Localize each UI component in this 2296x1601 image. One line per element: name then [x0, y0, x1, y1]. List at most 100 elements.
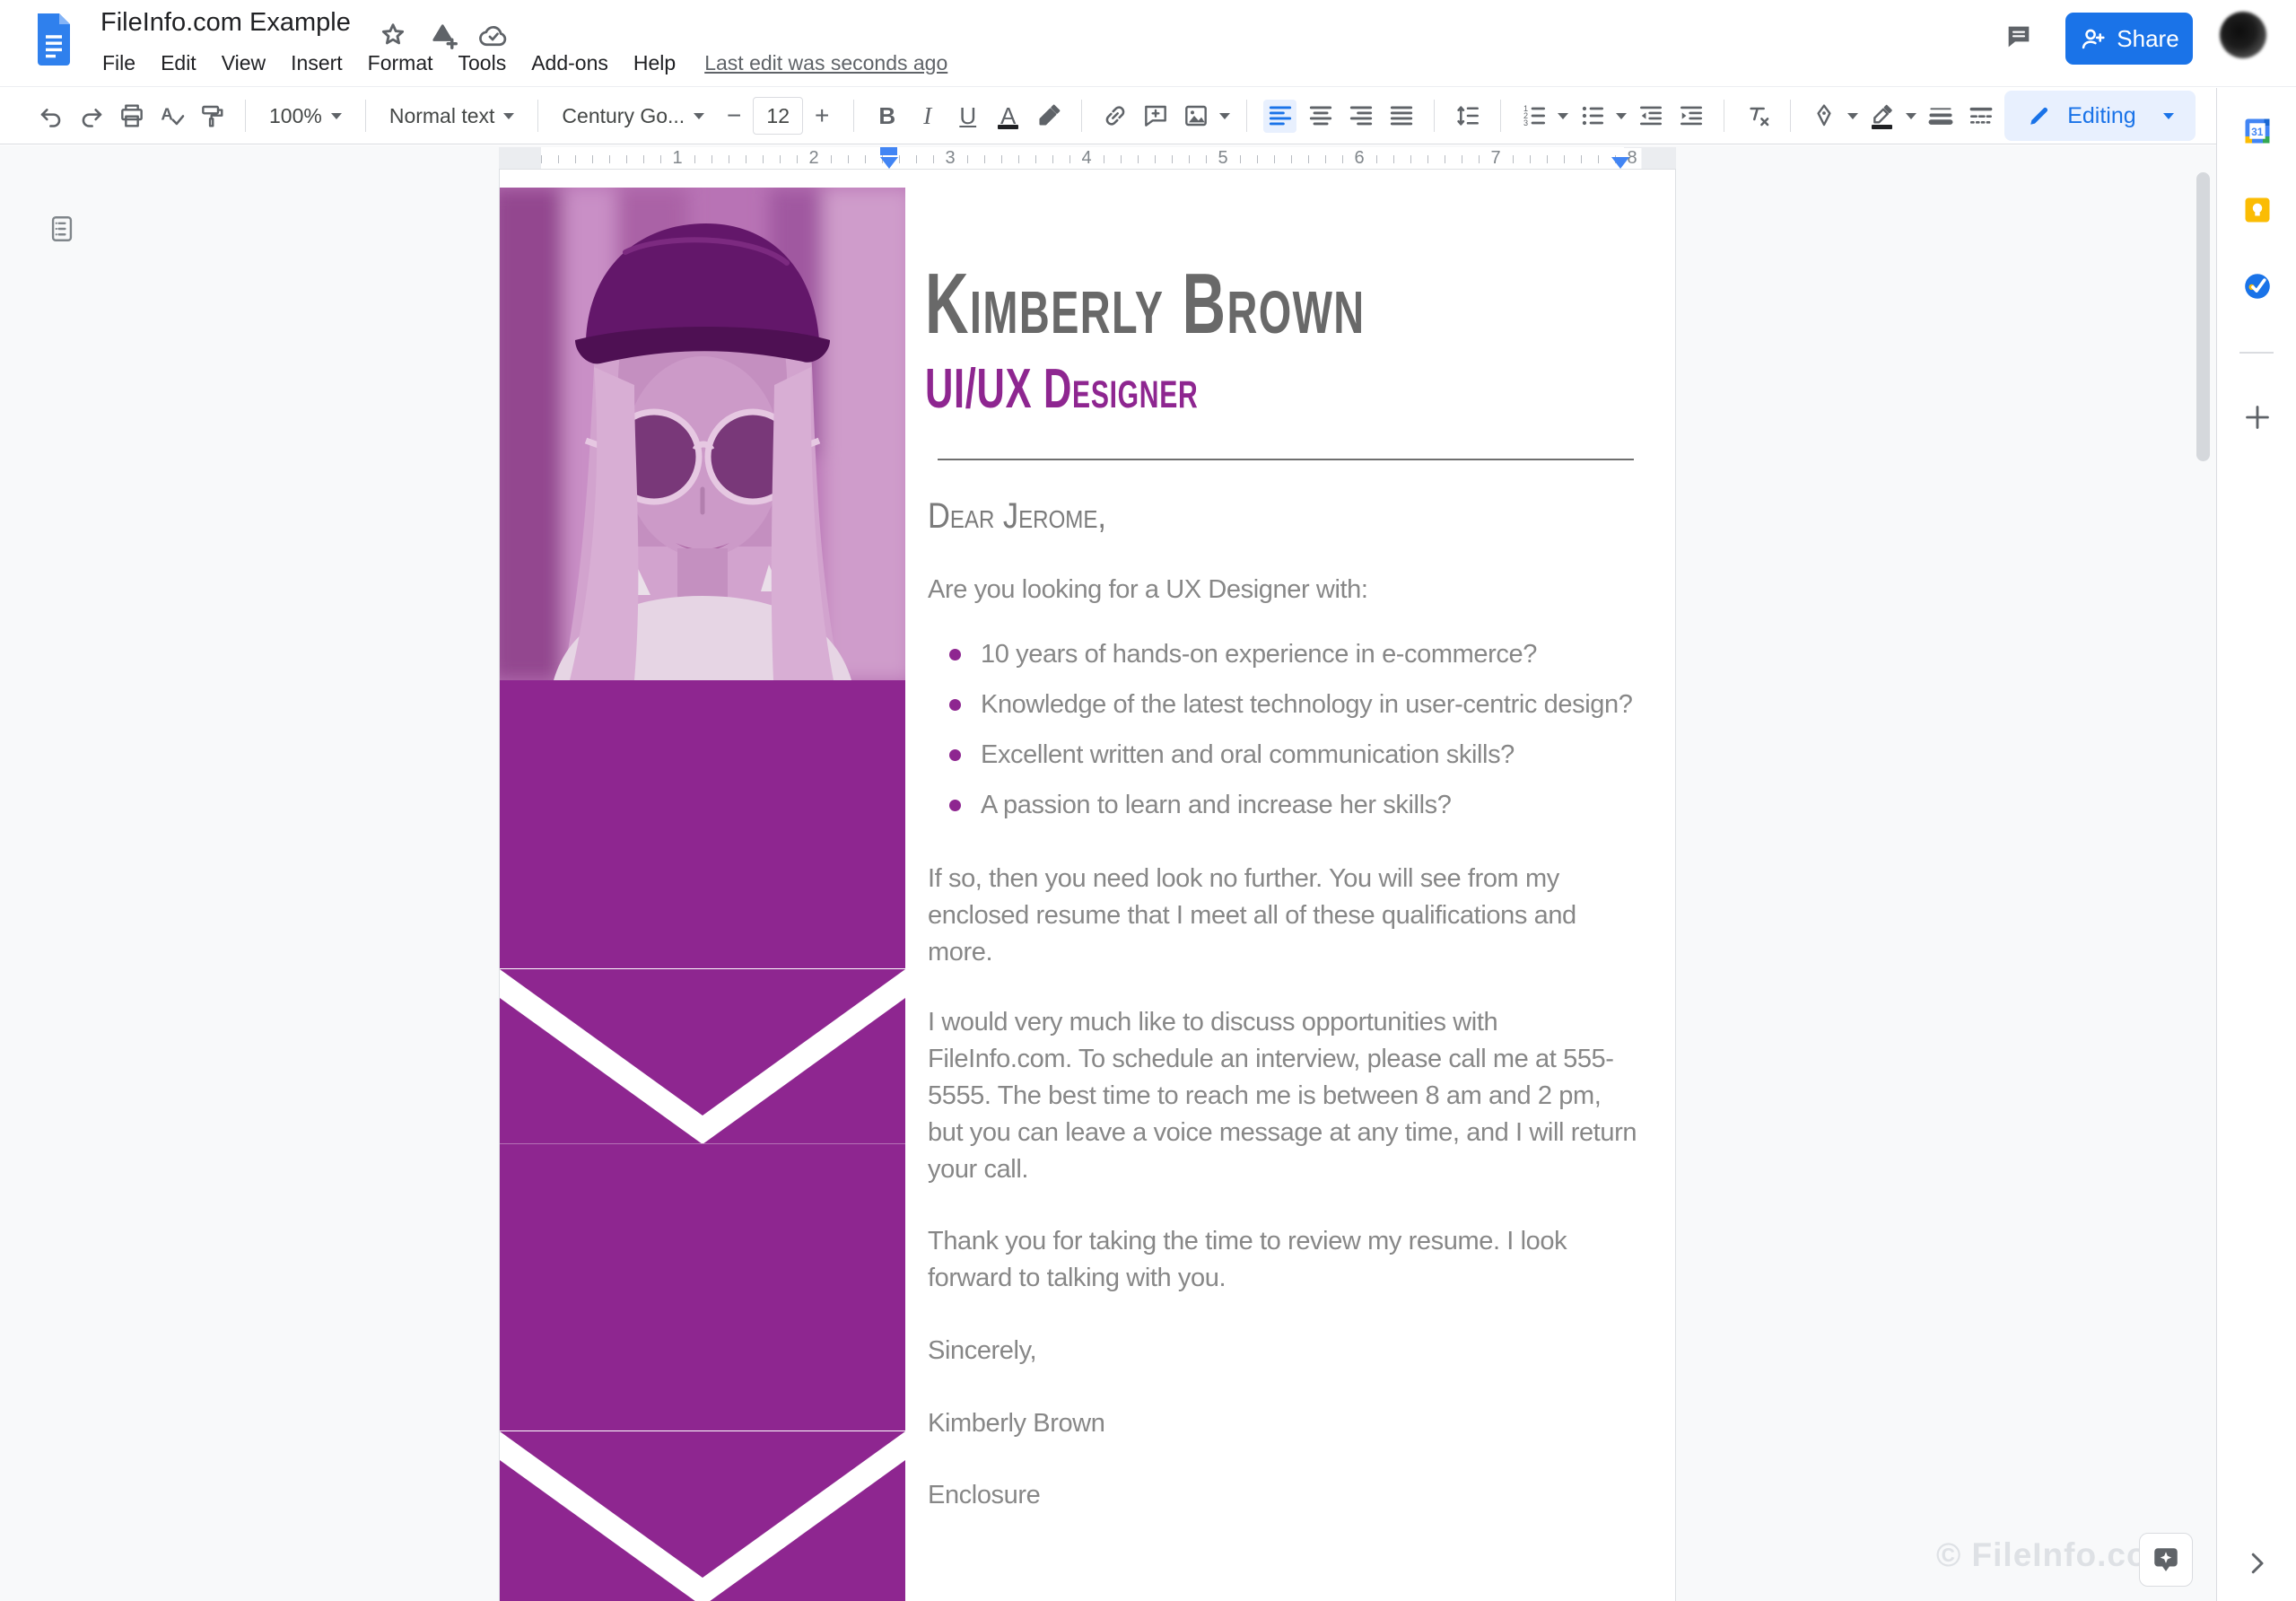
increase-font-size-button[interactable]: +	[807, 101, 837, 131]
purple-block	[500, 680, 905, 968]
menu-file[interactable]: File	[90, 51, 148, 75]
svg-text:A: A	[161, 105, 172, 124]
line-dash-button[interactable]	[1964, 100, 1997, 133]
insert-image-button[interactable]	[1179, 100, 1212, 133]
paint-format-button[interactable]	[196, 100, 229, 133]
pen-color-chevron-icon[interactable]	[1906, 112, 1917, 119]
bulleted-list-button[interactable]	[1576, 100, 1609, 133]
portrait-photo[interactable]	[500, 188, 905, 680]
mode-label: Editing	[2067, 102, 2136, 128]
document-title[interactable]: FileInfo.com Example	[100, 8, 351, 38]
image-icon	[1182, 101, 1210, 130]
menu-insert[interactable]: Insert	[278, 51, 355, 75]
editor-canvas: 1 2 3 4 5 6 7 8 Kimberly Brown UI/UX Des…	[0, 145, 2216, 1601]
user-avatar[interactable]	[2220, 12, 2266, 58]
menu-view[interactable]: View	[209, 51, 278, 75]
left-indent-marker[interactable]	[880, 157, 898, 169]
purple-block	[500, 1143, 905, 1430]
paragraph-style-select[interactable]: Normal text	[382, 98, 522, 134]
app-header: FileInfo.com Example File Edit View Inse…	[0, 0, 2296, 87]
clear-formatting-button[interactable]	[1741, 100, 1774, 133]
panel-divider	[2239, 352, 2274, 354]
letter-enclosure: Enclosure	[928, 1481, 1041, 1509]
print-button[interactable]	[115, 100, 148, 133]
italic-button[interactable]: I	[911, 100, 944, 133]
align-center-icon	[1306, 101, 1335, 130]
google-docs-logo-icon[interactable]	[32, 10, 75, 69]
decrease-indent-button[interactable]	[1634, 100, 1667, 133]
feedback-button[interactable]	[2139, 1533, 2193, 1587]
pen-color-swatch	[1872, 124, 1893, 129]
highlight-color-button[interactable]	[1032, 100, 1065, 133]
justify-button[interactable]	[1384, 100, 1418, 133]
spellcheck-button[interactable]: A	[155, 100, 188, 133]
font-value: Century Go...	[562, 103, 685, 127]
person-add-icon	[2079, 24, 2108, 53]
align-center-button[interactable]	[1304, 100, 1337, 133]
chevron-down-icon	[330, 112, 342, 119]
menu-help[interactable]: Help	[621, 51, 688, 75]
align-justify-icon	[1387, 101, 1416, 130]
ruler-number: 7	[1486, 148, 1506, 169]
redo-icon	[77, 101, 106, 130]
line-spacing-icon	[1454, 101, 1482, 130]
border-color-chevron-icon[interactable]	[1847, 112, 1859, 119]
ruler-number: 1	[668, 148, 687, 169]
keep-icon[interactable]	[2241, 194, 2274, 226]
align-left-button[interactable]	[1263, 99, 1297, 133]
comment-add-icon	[1141, 101, 1170, 130]
print-icon	[118, 101, 146, 130]
ruler-number: 4	[1077, 148, 1096, 169]
bulleted-list-chevron-icon[interactable]	[1616, 112, 1628, 119]
list-item: 10 years of hands-on experience in e-com…	[928, 629, 1638, 679]
bold-button[interactable]: B	[870, 100, 904, 133]
menu-bar: File Edit View Insert Format Tools Add-o…	[90, 45, 947, 81]
font-select[interactable]: Century Go...	[554, 98, 711, 134]
pen-color-button[interactable]	[1865, 100, 1899, 133]
numbered-list-button[interactable]: 123	[1517, 100, 1550, 133]
menu-format[interactable]: Format	[355, 51, 446, 75]
font-size-input[interactable]: 12	[753, 97, 804, 135]
last-edit-link[interactable]: Last edit was seconds ago	[704, 51, 947, 75]
add-addon-button[interactable]	[2240, 400, 2274, 434]
horizontal-ruler[interactable]: 1 2 3 4 5 6 7 8	[499, 147, 1676, 171]
open-comments-icon[interactable]	[2004, 22, 2033, 51]
vertical-scrollbar-thumb[interactable]	[2196, 172, 2210, 461]
add-comment-button[interactable]	[1139, 100, 1172, 133]
line-dash-icon	[1967, 101, 1995, 130]
text-color-button[interactable]: A	[991, 100, 1025, 133]
insert-link-button[interactable]	[1098, 100, 1131, 133]
ruler-number: 2	[804, 148, 824, 169]
chevron-band	[500, 1430, 905, 1601]
tasks-icon[interactable]	[2241, 270, 2274, 302]
line-weight-button[interactable]	[1924, 100, 1957, 133]
menu-tools[interactable]: Tools	[446, 51, 519, 75]
decrease-font-size-button[interactable]: −	[719, 101, 749, 131]
letter-salutation: Dear Jerome,	[928, 496, 1106, 536]
document-page[interactable]: Kimberly Brown UI/UX Designer Dear Jerom…	[499, 169, 1676, 1601]
undo-icon	[37, 101, 65, 130]
numbered-list-chevron-icon[interactable]	[1558, 112, 1569, 119]
border-color-button[interactable]	[1807, 100, 1840, 133]
calendar-icon[interactable]: 31	[2241, 115, 2274, 147]
letter-paragraph: I would very much like to discuss opport…	[928, 1008, 1637, 1184]
show-document-outline-button[interactable]	[47, 210, 77, 248]
line-spacing-button[interactable]	[1451, 100, 1484, 133]
hide-side-panel-button[interactable]	[2240, 1547, 2273, 1579]
menu-edit[interactable]: Edit	[148, 51, 209, 75]
redo-button[interactable]	[74, 100, 108, 133]
increase-indent-button[interactable]	[1674, 100, 1707, 133]
bullet-icon	[949, 698, 961, 711]
image-menu-chevron-icon[interactable]	[1219, 112, 1231, 119]
underline-button[interactable]: U	[951, 100, 984, 133]
letter-name-heading: Kimberly Brown	[925, 256, 1366, 352]
share-button[interactable]: Share	[2065, 13, 2193, 65]
link-icon	[1101, 101, 1130, 130]
align-right-button[interactable]	[1344, 100, 1377, 133]
undo-button[interactable]	[34, 100, 67, 133]
zoom-select[interactable]: 100%	[262, 98, 349, 134]
menu-addons[interactable]: Add-ons	[519, 51, 621, 75]
first-line-indent-marker[interactable]	[880, 147, 897, 155]
right-indent-marker[interactable]	[1611, 157, 1629, 169]
mode-selector[interactable]: Editing	[2004, 91, 2196, 141]
